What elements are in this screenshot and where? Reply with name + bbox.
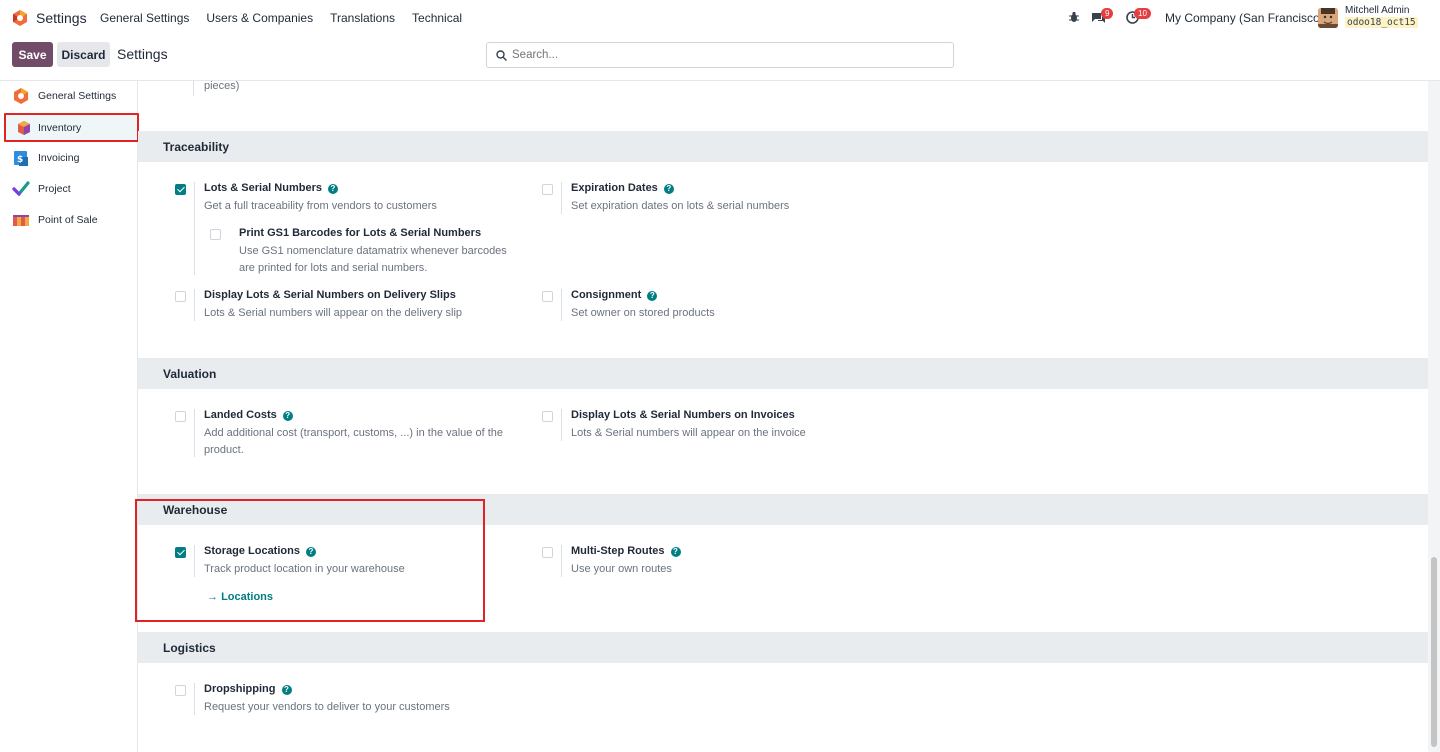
svg-text:$: $ [17,155,23,165]
landed-costs-checkbox[interactable] [175,411,186,422]
menu-general-settings[interactable]: General Settings [100,11,189,25]
help-icon[interactable]: ? [327,184,338,194]
pos-shop-icon [13,215,29,226]
setting-title: Lots & Serial Numbers? [204,182,338,194]
dropshipping-checkbox[interactable] [175,685,186,696]
main-scrollbar[interactable] [1428,81,1440,752]
page-title: Settings [117,46,168,62]
top-navbar: Settings General Settings Users & Compan… [0,0,1440,36]
divider [561,545,562,577]
search-icon [496,50,507,61]
messages-badge: 9 [1101,8,1114,19]
section-title: Valuation [163,367,217,381]
menu-users-companies[interactable]: Users & Companies [206,11,313,25]
scrollbar-thumb[interactable] [1431,557,1437,747]
divider [193,81,194,96]
inventory-cube-icon [18,120,30,135]
divider [194,182,195,275]
setting-description: Lots & Serial numbers will appear on the… [204,307,463,319]
menu-technical[interactable]: Technical [412,11,462,25]
warehouse-highlight-frame [135,499,485,622]
setting-description: Use your own routes [571,563,672,575]
sidebar-item-point-of-sale[interactable]: Point of Sale [0,206,138,234]
divider [194,409,195,457]
help-icon[interactable]: ? [663,184,674,194]
settings-sidebar: General Settings Inventory $ Invoicing P… [0,81,139,752]
setting-title: Dropshipping? [204,683,292,695]
user-name[interactable]: Mitchell Admin [1345,5,1409,16]
setting-title: Display Lots & Serial Numbers on Invoice… [571,409,795,421]
sidebar-item-inventory[interactable]: Inventory [4,113,139,142]
help-icon[interactable]: ? [647,291,658,301]
database-name: odoo18_oct15 [1345,17,1418,28]
setting-description: Set expiration dates on lots & serial nu… [571,200,790,212]
setting-title: Multi-Step Routes? [571,545,681,557]
gs1-barcodes-checkbox[interactable] [210,229,221,240]
sidebar-item-label: Inventory [38,121,82,134]
invoices-lots-checkbox[interactable] [542,411,553,422]
settings-content: pieces) Traceability Lots & Serial Numbe… [138,81,1428,752]
setting-description: Lots & Serial numbers will appear on the… [571,427,806,439]
app-name[interactable]: Settings [36,10,87,26]
bug-icon[interactable] [1068,11,1080,23]
help-icon[interactable]: ? [670,547,681,557]
divider [561,409,562,441]
help-icon[interactable]: ? [281,685,292,695]
multi-step-routes-checkbox[interactable] [542,547,553,558]
setting-title: Consignment? [571,289,658,301]
divider [194,683,195,715]
project-check-icon [12,181,30,197]
search-box[interactable] [486,42,954,68]
menu-translations[interactable]: Translations [330,11,395,25]
setting-description: Use GS1 nomenclature datamatrix whenever… [239,245,507,274]
delivery-slips-checkbox[interactable] [175,291,186,302]
setting-title: Print GS1 Barcodes for Lots & Serial Num… [239,227,482,239]
section-title: Logistics [163,641,216,655]
avatar[interactable] [1318,8,1338,28]
setting-title: Landed Costs? [204,409,293,421]
avatar-face-icon [1318,8,1338,28]
top-menu: General Settings Users & Companies Trans… [100,11,479,25]
setting-description: Set owner on stored products [571,307,715,319]
divider [194,289,195,321]
section-traceability: Traceability [138,131,1428,162]
invoicing-icon: $ [14,151,28,166]
discard-button[interactable]: Discard [57,42,110,67]
company-switcher[interactable]: My Company (San Francisco) [1165,11,1324,25]
activities-badge: 10 [1134,8,1151,19]
setting-description: Get a full traceability from vendors to … [204,200,437,212]
odoo-settings-icon[interactable] [11,9,29,27]
setting-title: Expiration Dates? [571,182,674,194]
section-title: Traceability [163,140,230,154]
sidebar-item-label: General Settings [38,90,117,102]
setting-description-fragment: pieces) [204,81,240,92]
expiration-dates-checkbox[interactable] [542,184,553,195]
section-valuation: Valuation [138,358,1428,389]
sidebar-item-project[interactable]: Project [0,175,138,203]
help-icon[interactable]: ? [282,411,293,421]
search-input[interactable] [512,46,942,64]
sidebar-item-label: Point of Sale [38,214,98,226]
lots-serial-checkbox[interactable] [175,184,186,195]
sidebar-item-invoicing[interactable]: $ Invoicing [0,144,138,172]
setting-description: Add additional cost (transport, customs,… [204,427,503,456]
divider [561,182,562,214]
odoo-logo-icon [14,88,28,104]
control-panel: Save Discard Settings [0,36,1440,81]
save-button[interactable]: Save [12,42,53,67]
divider [561,289,562,321]
setting-description: Request your vendors to deliver to your … [204,701,450,713]
sidebar-item-label: Project [38,183,71,195]
consignment-checkbox[interactable] [542,291,553,302]
section-logistics: Logistics [138,632,1428,663]
setting-title: Display Lots & Serial Numbers on Deliver… [204,289,456,301]
sidebar-item-general-settings[interactable]: General Settings [0,82,138,110]
sidebar-item-label: Invoicing [38,152,80,164]
